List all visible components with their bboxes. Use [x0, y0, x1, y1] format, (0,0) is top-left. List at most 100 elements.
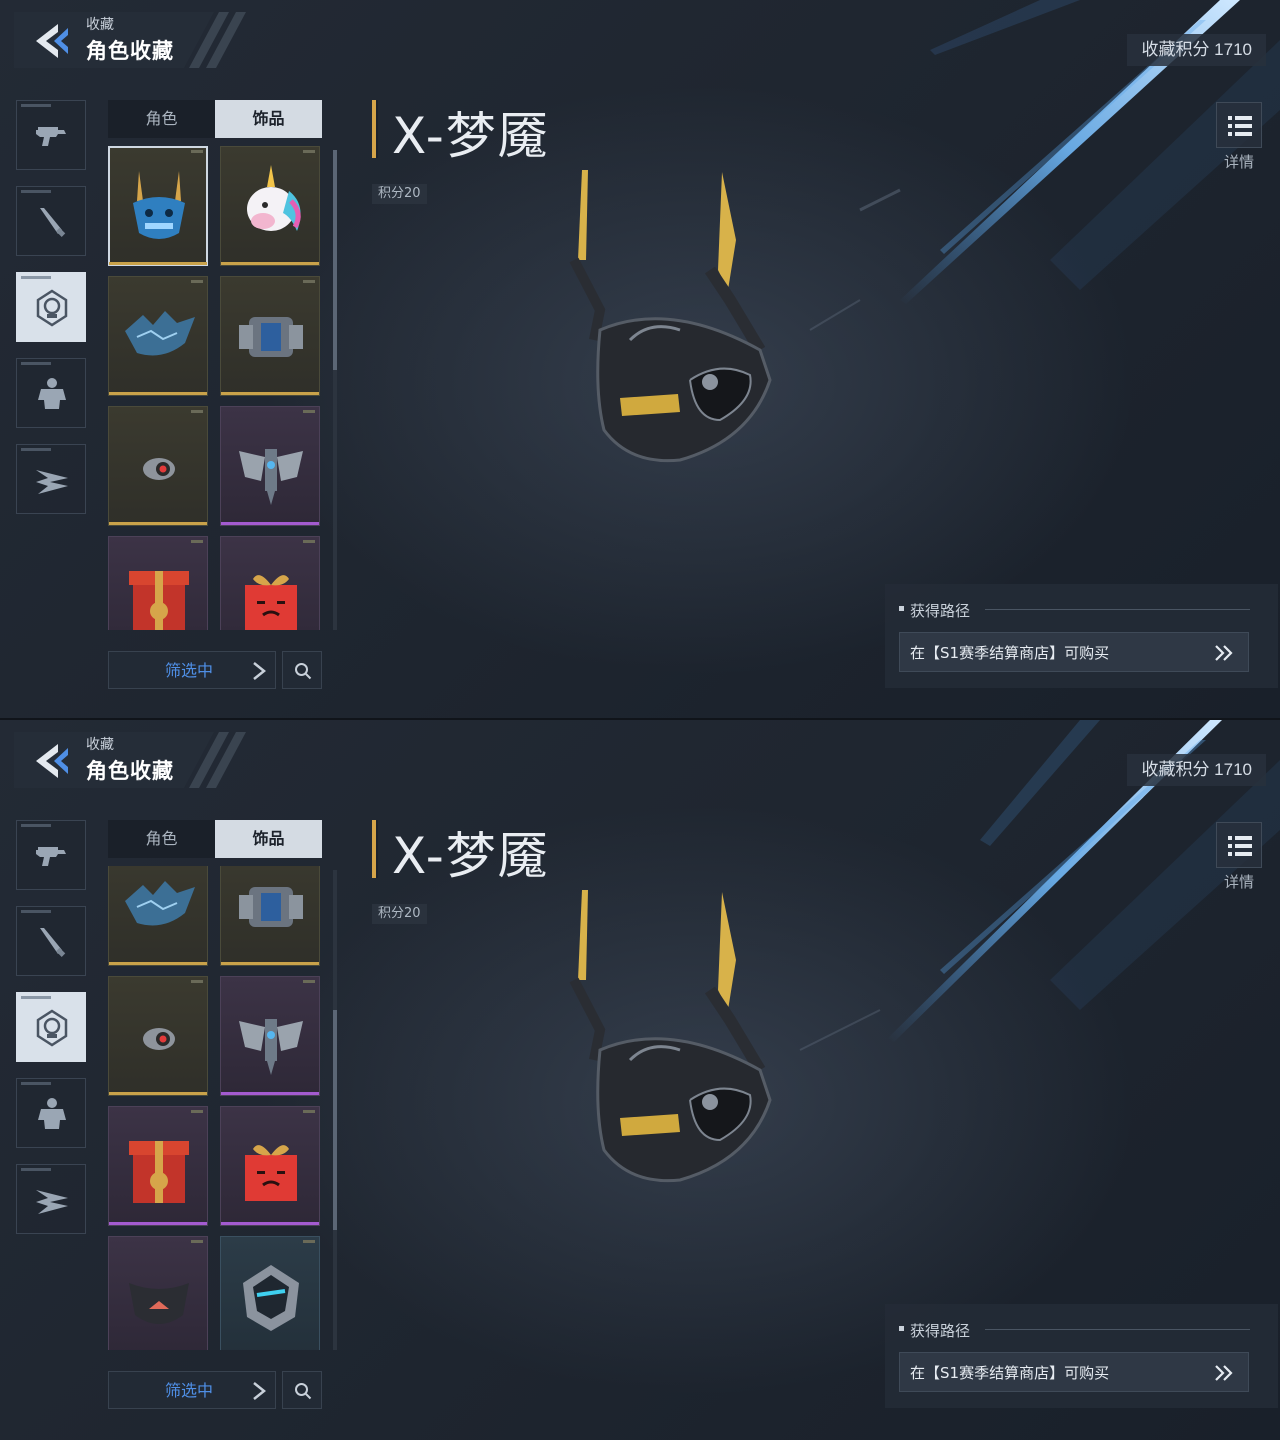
grid-item[interactable]	[108, 146, 208, 266]
filter-label: 筛选中	[165, 661, 214, 680]
collection-screen: 收藏 角色收藏 收藏积分 1710 角色 饰品 筛选中 X-梦魇 积分20 详情…	[0, 720, 1280, 1440]
category-outfit[interactable]	[16, 358, 86, 428]
breadcrumb: 收藏	[86, 17, 114, 33]
divider	[985, 609, 1250, 610]
grid-item[interactable]	[108, 976, 208, 1096]
back-button[interactable]	[28, 20, 74, 62]
category-weapons[interactable]	[16, 820, 86, 890]
armor-icon	[38, 1098, 66, 1129]
tab-characters[interactable]: 角色	[108, 820, 215, 858]
list-icon	[1228, 836, 1252, 856]
details-button[interactable]	[1216, 102, 1262, 148]
page-title: 角色收藏	[86, 39, 174, 63]
chevron-right-icon	[253, 1382, 267, 1400]
winged-ornament-icon	[239, 449, 303, 505]
grid-item[interactable]	[220, 536, 320, 630]
pistol-icon	[36, 847, 66, 866]
item-score-badge: 积分20	[372, 904, 427, 924]
acquisition-text: 在【S1赛季结算商店】可购买	[910, 1364, 1110, 1382]
mech-backpack-icon	[239, 887, 303, 927]
armor-icon	[38, 378, 66, 409]
unicorn-head-icon	[247, 165, 301, 231]
category-vehicle[interactable]	[16, 444, 86, 514]
scrollbar-thumb[interactable]	[333, 150, 337, 370]
grid-item[interactable]	[220, 276, 320, 396]
double-chevron-right-icon	[1215, 645, 1233, 661]
filter-label: 筛选中	[165, 1381, 214, 1400]
tab-accessories[interactable]: 饰品	[215, 820, 322, 858]
grid-item[interactable]	[220, 866, 320, 966]
grid-scrollbar[interactable]	[333, 150, 337, 630]
mask-preview-image	[569, 170, 772, 463]
title-accent-bar	[372, 100, 378, 158]
gift-box-icon	[245, 1145, 297, 1201]
search-button[interactable]	[282, 651, 322, 689]
grid-item[interactable]	[220, 1106, 320, 1226]
item-name: X-梦魇	[392, 827, 550, 885]
blue-demon-mask-icon	[133, 171, 185, 239]
mech-backpack-icon	[239, 317, 303, 357]
winged-ornament-icon	[239, 1019, 303, 1075]
wings-icon	[36, 470, 68, 494]
acquisition-text: 在【S1赛季结算商店】可购买	[910, 644, 1110, 662]
knife-icon	[40, 208, 66, 237]
filter-button[interactable]: 筛选中	[108, 1371, 276, 1409]
skull-mask-icon	[36, 289, 68, 327]
search-icon	[295, 663, 312, 680]
grid-item[interactable]	[220, 406, 320, 526]
category-outfit[interactable]	[16, 1078, 86, 1148]
grid-item[interactable]	[108, 276, 208, 396]
tab-accessories[interactable]: 饰品	[215, 100, 322, 138]
tab-characters[interactable]: 角色	[108, 100, 215, 138]
skull-mask-icon	[36, 1009, 68, 1047]
details-label: 详情	[1224, 873, 1255, 891]
details-button[interactable]	[1216, 822, 1262, 868]
filter-button[interactable]: 筛选中	[108, 651, 276, 689]
details-label: 详情	[1224, 153, 1255, 171]
category-tabs: 角色 饰品	[108, 100, 322, 138]
grid-item[interactable]	[108, 406, 208, 526]
grid-item[interactable]	[220, 976, 320, 1096]
category-weapons[interactable]	[16, 100, 86, 170]
treasure-box-icon	[129, 1141, 189, 1203]
divider	[985, 1329, 1250, 1330]
list-icon	[1228, 116, 1252, 136]
grid-item[interactable]	[220, 146, 320, 266]
chevron-right-icon	[253, 662, 267, 680]
search-button[interactable]	[282, 1371, 322, 1409]
item-score-badge: 积分20	[372, 184, 427, 204]
category-vehicle[interactable]	[16, 1164, 86, 1234]
acquisition-panel: 获得路径 在【S1赛季结算商店】可购买	[885, 1304, 1278, 1408]
category-accessories[interactable]	[16, 992, 86, 1062]
acquisition-panel: 获得路径 在【S1赛季结算商店】可购买	[885, 584, 1278, 688]
double-chevron-right-icon	[1215, 1365, 1233, 1381]
gift-box-icon	[245, 575, 297, 630]
treasure-box-icon	[129, 571, 189, 630]
search-icon	[295, 1383, 312, 1400]
dragon-mask-icon	[125, 881, 195, 926]
grid-item[interactable]	[108, 1236, 208, 1350]
grid-item[interactable]	[108, 866, 208, 966]
pistol-icon	[36, 127, 66, 146]
page-title: 角色收藏	[86, 759, 174, 783]
wings-icon	[36, 1190, 68, 1214]
mask-preview-image	[569, 890, 772, 1183]
knife-icon	[40, 928, 66, 957]
category-tabs: 角色 饰品	[108, 820, 322, 858]
scrollbar-thumb[interactable]	[333, 1010, 337, 1230]
acquisition-title: 获得路径	[910, 602, 971, 620]
category-accessories[interactable]	[16, 272, 86, 342]
grid-item[interactable]	[108, 1106, 208, 1226]
grid-scrollbar[interactable]	[333, 870, 337, 1350]
cyber-helmet-icon	[243, 1265, 299, 1331]
breadcrumb: 收藏	[86, 737, 114, 753]
grid-item[interactable]	[108, 536, 208, 630]
grid-item[interactable]	[220, 1236, 320, 1350]
category-melee[interactable]	[16, 186, 86, 256]
category-melee[interactable]	[16, 906, 86, 976]
acquisition-shop-link[interactable]: 在【S1赛季结算商店】可购买	[899, 1352, 1249, 1392]
dragon-mask-icon	[125, 311, 195, 356]
back-button[interactable]	[28, 740, 74, 782]
collection-score-badge: 收藏积分 1710	[1127, 754, 1266, 786]
acquisition-shop-link[interactable]: 在【S1赛季结算商店】可购买	[899, 632, 1249, 672]
